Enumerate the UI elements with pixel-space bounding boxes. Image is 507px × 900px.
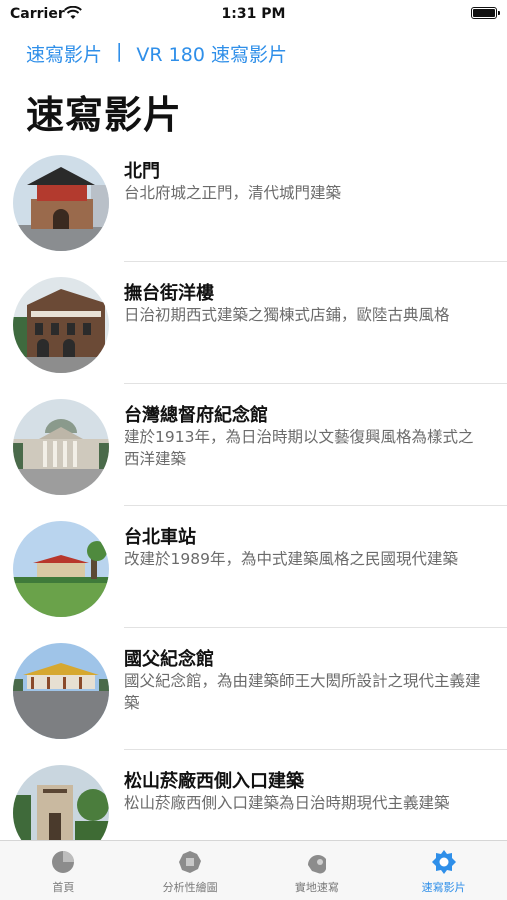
page-title: 速寫影片 (26, 93, 183, 137)
list-item[interactable]: 台北車站 改建於1989年，為中式建築風格之民國現代建築 (0, 506, 507, 628)
item-name: 台灣總督府紀念館 (124, 405, 268, 426)
item-description: 日治初期西式建築之獨棟式店鋪，歐陸古典風格 (124, 306, 450, 324)
status-bar: Carrier 1:31 PM (0, 0, 507, 30)
tab-label: 速寫影片 (421, 881, 466, 894)
breadcrumb: 速寫影片 | VR 180 速寫影片 (26, 40, 287, 67)
tab-label: 分析性繪圖 (162, 881, 218, 894)
item-description: 建於1913年，為日治時期以文藝復興風格為樣式之西洋建築 (124, 428, 474, 468)
item-name: 國父紀念館 (124, 649, 214, 670)
item-description: 國父紀念館，為由建築師王大閎所設計之現代主義建築 (124, 672, 481, 712)
item-name: 撫台街洋樓 (124, 283, 214, 304)
item-description: 松山菸廠西側入口建築為日治時期現代主義建築 (124, 794, 450, 812)
tab-sketch-video[interactable]: 速寫影片 (380, 841, 507, 900)
tab-bar: 首頁 分析性繪圖 實地速寫 速寫影片 (0, 840, 507, 900)
thumbnail-image (13, 521, 109, 617)
battery-icon (471, 7, 500, 19)
item-description: 改建於1989年，為中式建築風格之民國現代建築 (124, 550, 458, 568)
item-name: 台北車站 (124, 527, 196, 548)
thumbnail-image (13, 277, 109, 373)
breadcrumb-separator: | (116, 40, 123, 62)
tab-analysis[interactable]: 分析性繪圖 (127, 841, 254, 900)
item-description: 台北府城之正門，清代城門建築 (124, 184, 342, 202)
video-list: 北門 台北府城之正門，清代城門建築 撫台街洋樓 日治初期西式建築之獨棟式店鋪，歐… (0, 140, 507, 840)
list-item[interactable]: 國父紀念館 國父紀念館，為由建築師王大閎所設計之現代主義建築 (0, 628, 507, 750)
thumbnail-image (13, 643, 109, 739)
list-item[interactable]: 北門 台北府城之正門，清代城門建築 (0, 140, 507, 262)
thumbnail-image (13, 155, 109, 251)
clock: 1:31 PM (221, 6, 286, 22)
thumbnail-image (13, 399, 109, 495)
item-name: 北門 (124, 161, 160, 182)
tab-label: 首頁 (52, 881, 75, 894)
tab-label: 實地速寫 (294, 881, 339, 894)
list-item[interactable]: 松山菸廠西側入口建築 松山菸廠西側入口建築為日治時期現代主義建築 (0, 750, 507, 840)
tab-home[interactable]: 首頁 (0, 841, 127, 900)
sketch-icon (307, 855, 326, 874)
list-item[interactable]: 撫台街洋樓 日治初期西式建築之獨棟式店鋪，歐陸古典風格 (0, 262, 507, 384)
video-icon (431, 850, 456, 874)
analysis-icon (179, 851, 202, 873)
list-item[interactable]: 台灣總督府紀念館 建於1913年，為日治時期以文藝復興風格為樣式之西洋建築 (0, 384, 507, 506)
breadcrumb-video-link[interactable]: 速寫影片 (26, 40, 102, 67)
home-icon (52, 851, 75, 873)
thumbnail-image (13, 765, 109, 840)
item-name: 松山菸廠西側入口建築 (124, 771, 304, 792)
breadcrumb-vr180-link[interactable]: VR 180 速寫影片 (136, 40, 287, 67)
tab-field-sketch[interactable]: 實地速寫 (254, 841, 381, 900)
